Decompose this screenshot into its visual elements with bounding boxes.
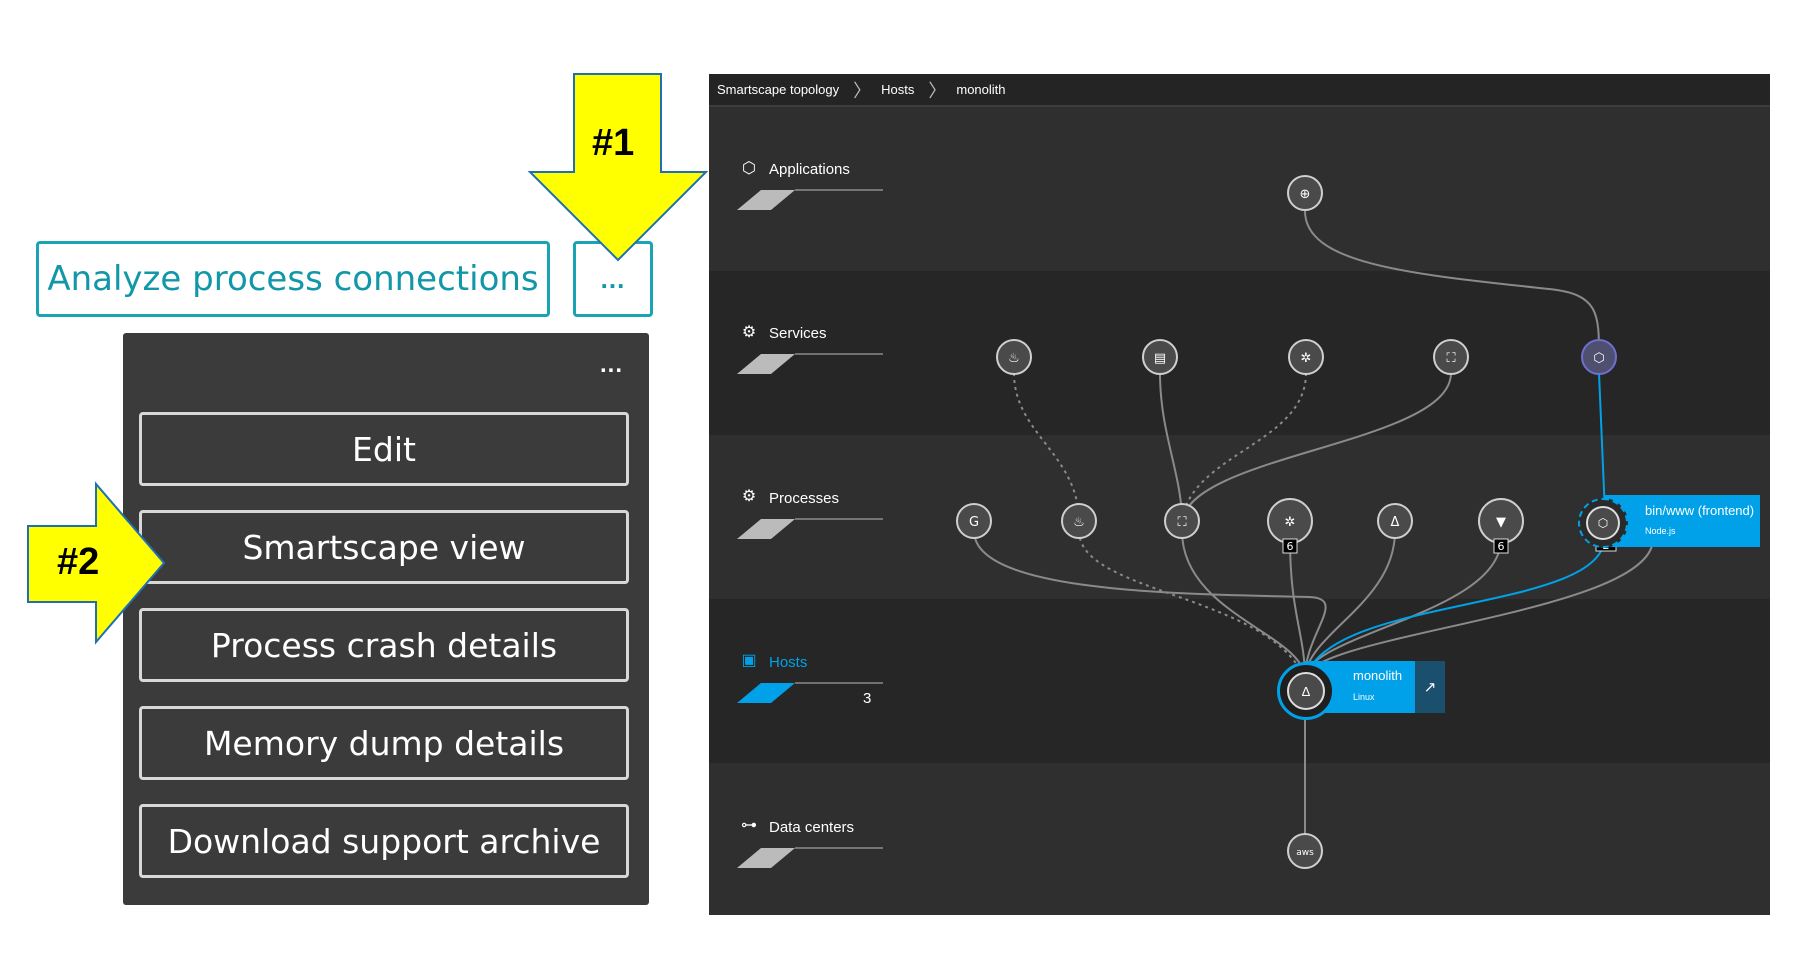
linux-icon: Δ (1391, 515, 1400, 530)
apache-icon: ▼ (1496, 515, 1506, 530)
selected-process-label[interactable]: bin/www (frontend) Node.js (1605, 495, 1760, 547)
smartscape-panel: Smartscape topology 〉 Hosts 〉 monolith ⬡… (709, 74, 1770, 915)
java-icon: ♨ (1073, 515, 1085, 530)
callout-label-2: #2 (57, 541, 100, 583)
nodejs-icon: ⬡ (1593, 351, 1604, 366)
cycle-icon: ✲ (1285, 515, 1296, 530)
selected-process-name: bin/www (frontend) (1645, 503, 1755, 518)
host-name: monolith (1353, 668, 1403, 683)
java-icon: ♨ (1008, 351, 1020, 366)
callout-arrow-1 (527, 73, 709, 262)
cycle-icon: ✲ (1301, 351, 1312, 366)
open-external-icon[interactable]: ↗ (1415, 661, 1445, 713)
nodejs-icon: ⬡ (1586, 506, 1620, 540)
host-os: Linux (1353, 692, 1375, 702)
go-icon: G (969, 515, 979, 530)
web-icon: ⛶ (1445, 351, 1456, 366)
selected-process-node[interactable]: ⬡ (1578, 498, 1628, 548)
linux-icon: Δ (1287, 672, 1325, 710)
process-badge-count: 6 (1287, 540, 1294, 553)
web-icon: ⛶ (1176, 515, 1187, 530)
callout-label-1: #1 (592, 122, 635, 164)
host-node[interactable]: Δ (1277, 662, 1335, 720)
process-badge-count: 6 (1498, 540, 1505, 553)
database-icon: ▤ (1154, 351, 1166, 366)
aws-icon: aws (1296, 848, 1314, 858)
globe-icon: ⊕ (1300, 187, 1311, 202)
selected-process-tech: Node.js (1645, 526, 1676, 536)
